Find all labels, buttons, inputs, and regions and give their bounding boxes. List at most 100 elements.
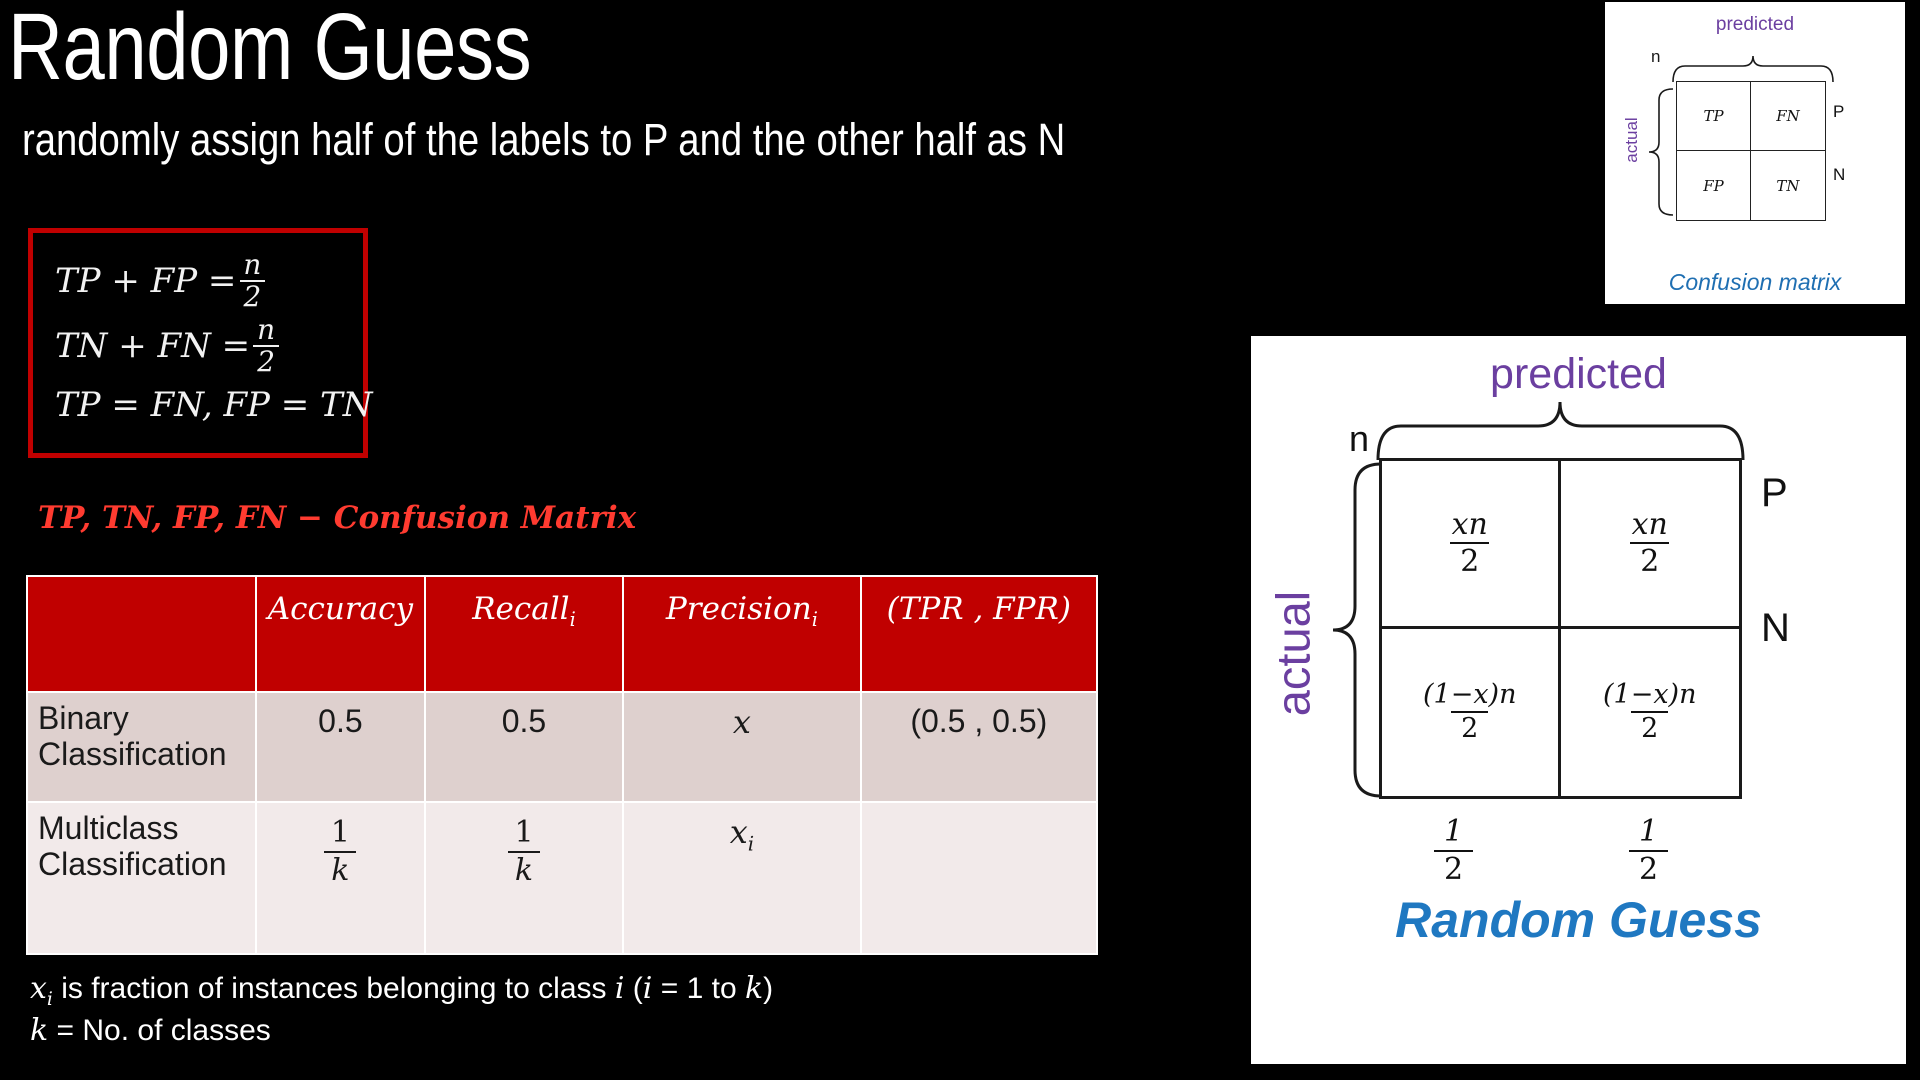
header-precision-subscript: i bbox=[811, 608, 818, 632]
header-precision-label: Precision bbox=[665, 591, 812, 627]
confusion-matrix-caption: TP, TN, FP, FN − Confusion Matrix bbox=[38, 500, 637, 536]
big-cell-fn-fraction: xn 2 bbox=[1626, 509, 1674, 578]
big-cell-fn-numerator: xn bbox=[1631, 506, 1668, 542]
equation-1-denominator: 2 bbox=[239, 279, 266, 311]
row-label-multiclass: Multiclass Classification bbox=[26, 801, 257, 955]
big-cell-fp-numerator: (1−x)n bbox=[1423, 678, 1517, 710]
big-cell-fp-denominator: 2 bbox=[1451, 711, 1489, 743]
big-cell-tn-denominator: 2 bbox=[1631, 711, 1669, 743]
big-cell-tn-numerator: (1−x)n bbox=[1603, 678, 1697, 710]
footnote-text-c: = 1 to bbox=[652, 972, 745, 1005]
big-col-total-1-fraction: 1 2 bbox=[1434, 814, 1474, 885]
cell-multiclass-accuracy-denominator: k bbox=[324, 850, 357, 887]
header-blank bbox=[26, 575, 257, 693]
equation-2-denominator: 2 bbox=[253, 344, 280, 376]
equation-tn-fn: TN + FN = n 2 bbox=[55, 316, 282, 376]
big-cell-fn: xn 2 bbox=[1560, 461, 1739, 629]
thumbnail-cell-tp: TP bbox=[1677, 82, 1751, 151]
big-col-total-2-fraction: 1 2 bbox=[1629, 814, 1669, 886]
equation-1-numerator: n bbox=[243, 248, 262, 281]
table-row-binary: Binary Classification 0.5 0.5 x (0.5 , 0… bbox=[26, 691, 1099, 803]
big-cell-tp-fraction: xn 2 bbox=[1446, 509, 1494, 578]
table-row-multiclass: Multiclass Classification 1 k 1 k xi bbox=[26, 801, 1099, 955]
big-matrix-caption: Random Guess bbox=[1395, 892, 1762, 948]
footnote-i-2: i bbox=[642, 971, 653, 1006]
thumbnail-cell-fn: FN bbox=[1751, 82, 1825, 151]
cell-multiclass-precision: xi bbox=[622, 801, 862, 955]
big-col-total-2-numerator: 1 bbox=[1639, 814, 1659, 849]
footnotes: x i is fraction of instances belonging to… bbox=[30, 970, 773, 1050]
cell-multiclass-precision-subscript: i bbox=[747, 832, 755, 856]
footnote-k-1: k bbox=[744, 971, 764, 1006]
cell-multiclass-recall-denominator: k bbox=[507, 850, 541, 887]
footnote-line-2: k = No. of classes bbox=[30, 1012, 773, 1050]
cell-binary-recall: 0.5 bbox=[423, 691, 625, 803]
footnote-x: x bbox=[30, 971, 47, 1006]
thumbnail-row-label-n: N bbox=[1833, 165, 1846, 184]
header-precision: Precisioni bbox=[622, 575, 862, 693]
slide-subtitle: randomly assign half of the labels to P … bbox=[22, 114, 1066, 165]
table-header-row: Accuracy Recalli Precisioni (TPR , FPR) bbox=[26, 575, 1099, 693]
big-cell-fn-denominator: 2 bbox=[1630, 542, 1670, 578]
cell-binary-accuracy: 0.5 bbox=[254, 691, 426, 803]
thumbnail-n-label: n bbox=[1651, 47, 1661, 66]
big-top-brace-icon bbox=[1376, 401, 1745, 461]
thumbnail-predicted-label: predicted bbox=[1715, 14, 1795, 35]
equation-1-lhs: TP + FP = bbox=[55, 260, 237, 301]
formula-box: TP + FP = n 2 TN + FN = n 2 TP = FN, FP … bbox=[28, 228, 372, 458]
cell-multiclass-recall-fraction: 1 k bbox=[507, 815, 541, 887]
big-cell-tn: (1−x)n 2 bbox=[1561, 629, 1740, 797]
big-cell-fp: (1−x)n 2 bbox=[1382, 628, 1561, 796]
big-predicted-label: predicted bbox=[1490, 350, 1667, 398]
thumbnail-caption: Confusion matrix bbox=[1668, 269, 1842, 295]
header-tpr-fpr: (TPR , FPR) bbox=[859, 575, 1099, 693]
footnote-text-d: ) bbox=[763, 972, 774, 1005]
header-recall-label: Recall bbox=[472, 591, 570, 627]
cell-binary-precision: x bbox=[622, 691, 862, 803]
thumbnail-cell-tn: TN bbox=[1776, 176, 1800, 195]
equation-equalities: TP = FN, FP = TN bbox=[55, 385, 373, 425]
thumbnail-actual-label: actual bbox=[1622, 117, 1641, 163]
equation-2-fraction: n 2 bbox=[253, 316, 280, 376]
cell-multiclass-accuracy-numerator: 1 bbox=[330, 815, 350, 850]
big-col-total-2-denominator: 2 bbox=[1629, 849, 1669, 886]
footnote-line-1: x i is fraction of instances belonging to… bbox=[30, 970, 773, 1012]
header-accuracy: Accuracy bbox=[254, 575, 426, 693]
big-row-label-p: P bbox=[1761, 471, 1788, 515]
big-cell-tp-denominator: 2 bbox=[1450, 542, 1490, 578]
cell-multiclass-precision-base: x bbox=[729, 813, 748, 851]
big-cell-tp-numerator: xn bbox=[1451, 506, 1488, 542]
equation-1-fraction: n 2 bbox=[239, 248, 266, 311]
big-col-total-1-numerator: 1 bbox=[1444, 814, 1464, 849]
big-n-label: n bbox=[1349, 418, 1370, 459]
thumbnail-left-brace-icon bbox=[1648, 88, 1674, 216]
cell-multiclass-accuracy-fraction: 1 k bbox=[324, 817, 357, 886]
big-col-total-2: 1 2 bbox=[1629, 814, 1669, 886]
header-accuracy-label: Accuracy bbox=[267, 591, 414, 627]
thumbnail-row-label-p: P bbox=[1833, 102, 1845, 121]
big-left-brace-icon bbox=[1332, 462, 1382, 798]
big-cell-fp-fraction: (1−x)n 2 bbox=[1417, 678, 1523, 744]
big-cell-tp: xn 2 bbox=[1382, 461, 1561, 629]
thumbnail-matrix-grid: TP FN FP TN bbox=[1676, 81, 1826, 221]
equation-2-lhs: TN + FN = bbox=[55, 325, 251, 366]
big-actual-label: actual bbox=[1266, 590, 1320, 717]
big-row-label-n: N bbox=[1761, 606, 1790, 650]
row-label-binary: Binary Classification bbox=[26, 691, 257, 803]
footnote-text-e: = No. of classes bbox=[48, 1013, 271, 1047]
cell-multiclass-accuracy: 1 k bbox=[254, 801, 426, 955]
equation-tp-fp: TP + FP = n 2 bbox=[55, 251, 268, 311]
header-recall-subscript: i bbox=[569, 608, 576, 632]
big-matrix-grid: xn 2 xn 2 (1−x)n 2 (1−x)n 2 bbox=[1379, 458, 1742, 799]
cell-multiclass-recall-numerator: 1 bbox=[514, 815, 534, 850]
header-recall: Recalli bbox=[423, 575, 625, 693]
cell-multiclass-recall: 1 k bbox=[423, 801, 625, 955]
thumbnail-top-brace-icon bbox=[1672, 55, 1834, 83]
thumbnail-confusion-matrix-panel: predicted n actual TP FN FP TN P N Confu… bbox=[1605, 2, 1905, 304]
big-cell-tn-fraction: (1−x)n 2 bbox=[1597, 678, 1703, 744]
metrics-table: Accuracy Recalli Precisioni (TPR , FPR) … bbox=[26, 575, 1099, 955]
footnote-text-b: ( bbox=[624, 972, 643, 1005]
thumbnail-cell-fp: FP bbox=[1677, 151, 1751, 220]
big-col-total-1: 1 2 bbox=[1434, 814, 1474, 885]
cell-binary-tpr-fpr: (0.5 , 0.5) bbox=[859, 691, 1099, 803]
